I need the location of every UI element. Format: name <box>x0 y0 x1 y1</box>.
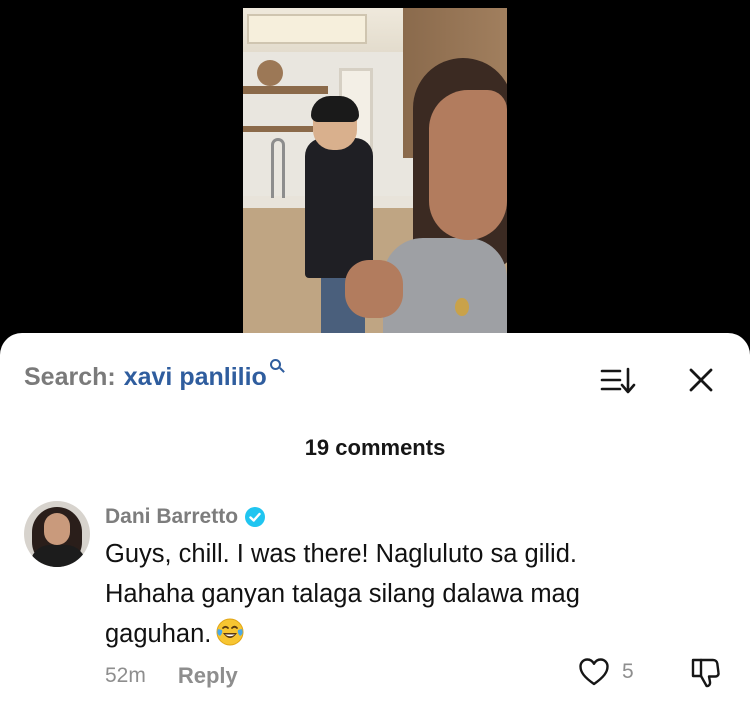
video-woman-hand <box>345 260 403 318</box>
video-faucet <box>271 138 285 198</box>
video-person-body <box>305 138 373 278</box>
like-count: 5 <box>622 660 634 683</box>
close-icon[interactable] <box>686 365 716 395</box>
comment-text-line: gaguhan. <box>105 620 212 648</box>
reply-button[interactable]: Reply <box>178 663 238 689</box>
video-player[interactable] <box>0 0 750 345</box>
search-term-link[interactable]: xavi panlilio <box>124 363 267 392</box>
comment-meta-row: 52m Reply <box>105 663 238 689</box>
video-cutting-board <box>257 60 283 86</box>
heart-icon[interactable] <box>578 657 610 687</box>
comment-text-line-last: gaguhan. <box>105 614 685 654</box>
comment-text: Guys, chill. I was there! Nagluluto sa g… <box>105 534 685 654</box>
like-button[interactable]: 5 <box>578 657 634 687</box>
avatar[interactable] <box>24 501 90 567</box>
comment-item: Dani Barretto Guys, chill. I was there! … <box>0 498 750 713</box>
video-person-hair <box>311 96 359 122</box>
verified-badge-icon <box>245 507 266 527</box>
sort-icon[interactable] <box>600 367 636 395</box>
video-shelf-lower <box>243 126 313 132</box>
comment-author-row: Dani Barretto <box>105 505 266 529</box>
search-prefix-label: Search: <box>24 363 116 391</box>
comment-timestamp: 52m <box>105 664 146 687</box>
video-pendant <box>455 298 469 316</box>
comment-text-line: Guys, chill. I was there! Nagluluto sa g… <box>105 540 577 568</box>
video-shelf <box>243 86 328 94</box>
comments-sheet: Search: xavi panlilio 19 comments Dani B… <box>0 333 750 713</box>
related-search-link[interactable]: Search: xavi panlilio <box>24 359 285 393</box>
video-woman-face <box>429 90 507 240</box>
comment-text-line: Hahaha ganyan talaga silang dalawa mag <box>105 580 580 608</box>
comments-count: 19 comments <box>304 435 446 460</box>
search-icon[interactable] <box>269 359 285 373</box>
video-frame[interactable] <box>243 8 507 333</box>
comment-author-name[interactable]: Dani Barretto <box>105 505 238 529</box>
video-ceiling-light <box>247 14 367 44</box>
face-with-tears-of-joy-icon <box>216 618 244 646</box>
dislike-icon[interactable] <box>688 656 722 690</box>
